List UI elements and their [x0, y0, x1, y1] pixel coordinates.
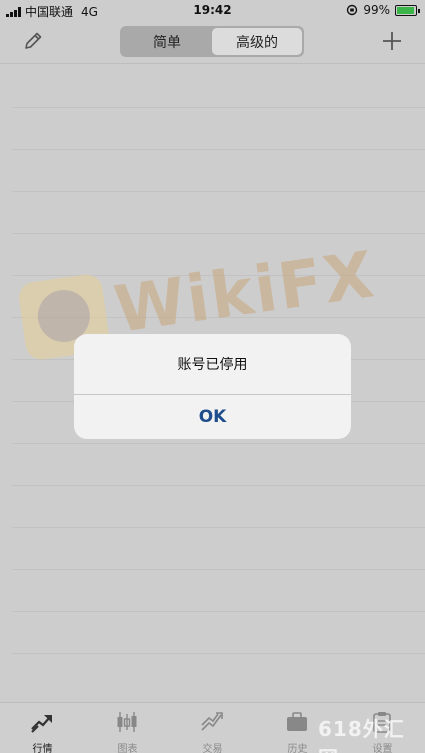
row-separator [12, 443, 425, 444]
segment-simple[interactable]: 简单 [122, 28, 212, 55]
segmented-control: 简单 高级的 [120, 26, 304, 57]
alert-message: 账号已停用 [177, 357, 248, 373]
pencil-icon[interactable] [22, 30, 44, 52]
battery-icon [395, 4, 420, 16]
tab-trade-label: 交易 [202, 744, 223, 753]
row-separator [12, 485, 425, 486]
row-separator [12, 653, 425, 654]
tab-quotes-label: 行情 [32, 744, 53, 753]
row-separator [12, 611, 425, 612]
history-briefcase-icon [287, 712, 307, 731]
alert-ok-button[interactable]: OK [74, 395, 351, 439]
corner-watermark: 618外汇网 [318, 717, 405, 753]
row-separator [12, 107, 425, 108]
candlestick-chart-icon [117, 712, 137, 732]
status-right: 99% [346, 3, 420, 17]
tab-chart[interactable]: 图表 [85, 703, 170, 753]
tab-trade[interactable]: 交易 [170, 703, 255, 753]
row-separator [12, 233, 425, 234]
tab-quotes[interactable]: 行情 [0, 703, 85, 753]
row-separator [12, 149, 425, 150]
trade-trend-icon [201, 712, 223, 731]
orientation-lock-icon [347, 4, 358, 16]
row-separator [12, 191, 425, 192]
battery-percent: 99% [363, 3, 390, 17]
segment-advanced[interactable]: 高级的 [212, 28, 302, 55]
row-separator [12, 569, 425, 570]
status-bar: 中国联通 4G 19:42 99% [0, 0, 425, 20]
row-separator [12, 527, 425, 528]
tab-chart-label: 图表 [117, 744, 138, 753]
quotes-arrow-icon [31, 715, 52, 733]
account-disabled-alert: 账号已停用 OK [74, 334, 351, 439]
nav-bar: 简单 高级的 [0, 20, 425, 64]
tab-bar: 行情 图表 交易 历史 设置 618外汇 [0, 702, 425, 753]
plus-icon[interactable] [381, 30, 403, 52]
